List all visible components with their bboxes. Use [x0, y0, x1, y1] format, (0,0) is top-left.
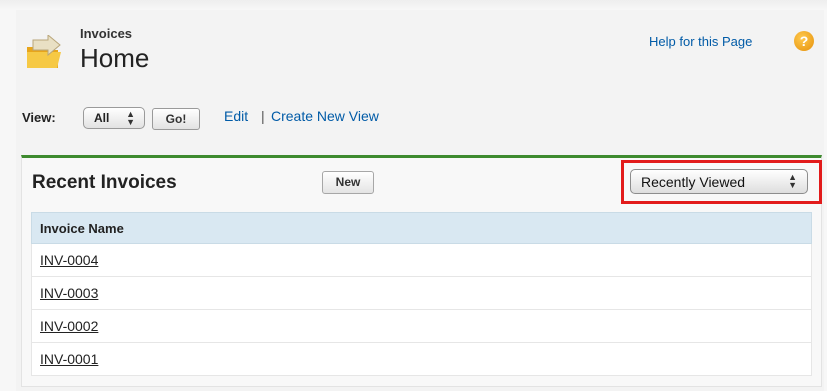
table-row: INV-0002 — [31, 310, 812, 343]
invoice-link[interactable]: INV-0003 — [40, 285, 98, 301]
view-select[interactable]: All ▲ ▼ — [83, 107, 145, 129]
column-header-invoice-name[interactable]: Invoice Name — [31, 212, 812, 244]
page-title: Home — [80, 43, 150, 73]
recent-filter-select[interactable]: Recently Viewed ▲ ▼ — [630, 169, 808, 194]
go-button[interactable]: Go! — [152, 108, 200, 130]
invoice-link[interactable]: INV-0004 — [40, 252, 98, 268]
question-icon[interactable]: ? — [794, 31, 814, 51]
table-row: INV-0004 — [31, 244, 812, 277]
select-arrows-icon: ▲ ▼ — [126, 109, 135, 127]
folder-arrow-icon — [27, 35, 61, 68]
table-row: INV-0003 — [31, 277, 812, 310]
invoices-table: Invoice Name INV-0004 INV-0003 INV-0002 … — [31, 212, 812, 376]
object-label: Invoices — [80, 26, 133, 41]
panel-title: Recent Invoices — [32, 172, 177, 193]
edit-view-link[interactable]: Edit — [224, 108, 248, 124]
help-link[interactable]: Help for this Page — [649, 34, 752, 49]
create-new-view-link[interactable]: Create New View — [271, 108, 379, 124]
view-label: View: — [22, 110, 56, 125]
new-invoice-button[interactable]: New — [322, 171, 374, 194]
page: Invoices Home Help for this Page ? View:… — [0, 0, 827, 391]
recent-filter-value: Recently Viewed — [641, 173, 746, 190]
select-arrows-icon: ▲ ▼ — [788, 172, 797, 190]
table-row: INV-0001 — [31, 343, 812, 376]
invoice-link[interactable]: INV-0002 — [40, 318, 98, 334]
invoice-link[interactable]: INV-0001 — [40, 351, 98, 367]
link-separator: | — [261, 108, 265, 124]
view-select-value: All — [94, 111, 110, 125]
